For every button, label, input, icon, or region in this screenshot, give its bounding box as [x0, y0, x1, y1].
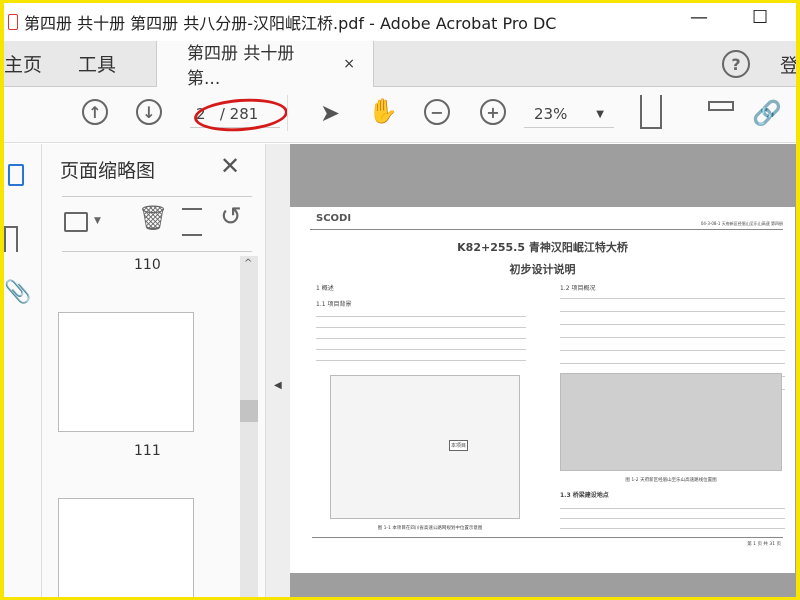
toolbar: ↑ ↓ 2 / 281 ➤ ✋ − + 23% ▼ 🔗	[4, 87, 796, 143]
fit-page-icon[interactable]	[640, 95, 662, 129]
page-thumbnails-icon[interactable]	[8, 164, 24, 186]
help-icon[interactable]: ?	[722, 50, 750, 78]
acrobat-window: 第四册 共十册 第四册 共八分册-汉阳岷江桥.pdf - Adobe Acrob…	[4, 3, 796, 597]
zoom-in-icon[interactable]: +	[480, 99, 506, 125]
thumbnail-options-icon[interactable]	[64, 212, 88, 232]
select-tool-icon[interactable]: ➤	[320, 99, 340, 127]
thumbnails-panel: 页面缩略图 ✕ ▼ 🗑 ↺ 110 111 ^	[42, 144, 265, 597]
section-heading: 1 概述	[316, 285, 334, 292]
page-footer: 第 1 页 共 31 页	[747, 542, 781, 547]
scroll-mode-icon[interactable]	[708, 101, 734, 111]
zoom-out-icon[interactable]: −	[424, 99, 450, 125]
sichuan-map-figure: 本项目	[330, 375, 520, 519]
share-link-icon[interactable]: 🔗	[752, 99, 782, 127]
route-map-figure	[560, 373, 782, 471]
document-view[interactable]: SCODI 04-3-08-1 天府新区经眉山至乐山高速 第四册 K82+255…	[290, 144, 796, 597]
title-bar: 第四册 共十册 第四册 共八分册-汉阳岷江桥.pdf - Adobe Acrob…	[4, 3, 796, 41]
tab-document[interactable]: 第四册 共十册 第... ×	[156, 40, 375, 89]
scrollbar-thumb[interactable]	[240, 400, 258, 422]
tab-tools[interactable]: 工具	[60, 50, 134, 77]
close-tab-icon[interactable]: ×	[343, 56, 355, 72]
acrobat-icon	[8, 14, 18, 30]
section-heading: 1.3 桥梁建设地点	[560, 492, 609, 499]
sign-in-button[interactable]: 登	[780, 51, 796, 78]
figure-caption: 图 1-1 本项目在四川省高速公路网规划中位置示意图	[377, 526, 483, 531]
collapse-arrow-icon[interactable]: ◀	[274, 380, 282, 391]
page-header: 04-3-08-1 天府新区经眉山至乐山高速 第四册	[700, 221, 783, 226]
logo: SCODI	[316, 213, 352, 224]
insert-page-icon[interactable]	[182, 208, 202, 236]
bookmarks-icon[interactable]	[4, 226, 18, 252]
collapse-panel-button[interactable]: ◀	[265, 144, 290, 597]
divider	[62, 196, 252, 197]
zoom-select[interactable]: 23% ▼	[524, 101, 614, 128]
tab-home[interactable]: 主页	[4, 50, 60, 77]
figure-caption: 图 1-2 天府新区经眉山至乐山高速路线位置图	[625, 478, 717, 483]
tab-bar: 主页 工具 第四册 共十册 第... × ? 登	[4, 40, 796, 89]
maximize-button[interactable]: ☐	[752, 7, 768, 28]
doc-title: K82+255.5 青神汉阳岷江特大桥	[457, 241, 628, 254]
close-panel-icon[interactable]: ✕	[220, 152, 240, 180]
previous-page-icon[interactable]: ↑	[82, 99, 108, 125]
attachments-icon[interactable]: 📎	[4, 280, 31, 305]
thumbnail-scrollbar[interactable]: ^	[240, 256, 258, 597]
section-heading: 1.2 项目概况	[560, 285, 596, 292]
navigation-pane: 📎	[4, 144, 42, 597]
window-title: 第四册 共十册 第四册 共八分册-汉阳岷江桥.pdf - Adobe Acrob…	[24, 14, 557, 33]
divider	[62, 251, 252, 252]
tab-document-label: 第四册 共十册 第...	[187, 43, 295, 89]
minimize-button[interactable]: —	[690, 7, 708, 28]
section-heading: 1.1 项目背景	[316, 301, 352, 308]
hand-tool-icon[interactable]: ✋	[368, 97, 398, 125]
next-page-icon[interactable]: ↓	[136, 99, 162, 125]
thumbnail-page-number: 110	[134, 257, 161, 273]
delete-page-icon[interactable]: 🗑	[138, 204, 168, 232]
doc-subtitle: 初步设计说明	[509, 263, 576, 276]
chevron-down-icon[interactable]: ▼	[94, 216, 101, 226]
pdf-page: SCODI 04-3-08-1 天府新区经眉山至乐山高速 第四册 K82+255…	[290, 207, 795, 573]
divider	[287, 95, 288, 131]
page-thumbnail[interactable]	[58, 498, 194, 597]
thumbnail-page-number: 111	[134, 443, 161, 459]
panel-title: 页面缩略图	[60, 160, 156, 182]
rotate-icon[interactable]: ↺	[220, 202, 242, 232]
page-thumbnail[interactable]	[58, 312, 194, 432]
